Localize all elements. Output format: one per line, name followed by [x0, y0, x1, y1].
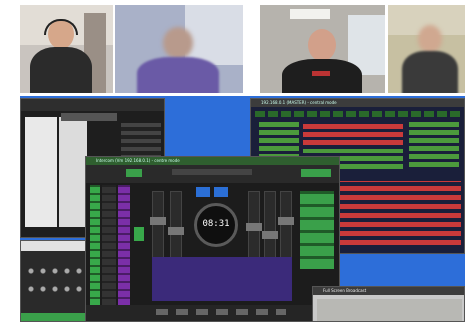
- right-header-row: [255, 111, 462, 117]
- right-window-title: 192.168.0.1 (MASTER) - central mode: [251, 99, 464, 107]
- right-grid-block-3: [409, 121, 459, 167]
- mixer-knob-row-2: [25, 283, 87, 295]
- mixer-window[interactable]: [20, 240, 90, 322]
- toolbar-strip: [172, 169, 252, 175]
- fader-3-knob[interactable]: [246, 223, 262, 231]
- preview-image: [317, 299, 462, 321]
- channel-list-purple[interactable]: [118, 185, 130, 305]
- channel-list-labels: [102, 185, 116, 305]
- participant-body: [402, 51, 458, 93]
- channel-green-tag[interactable]: [134, 227, 144, 241]
- toolbar-green-button-2[interactable]: [301, 169, 331, 177]
- left-panel-list: [25, 117, 57, 227]
- mixer-green-strip: [21, 313, 89, 321]
- fader-4-knob[interactable]: [262, 231, 278, 239]
- video-tile-4[interactable]: [388, 5, 465, 93]
- mixer-header: [21, 241, 89, 251]
- participant-body: [30, 47, 92, 93]
- bottom-bar-indicators: [156, 309, 286, 315]
- channel-list-green[interactable]: [90, 185, 100, 305]
- participant-face: [418, 25, 442, 53]
- intercom-window[interactable]: Intercom (Vm 192.168.0.1) - centre mode …: [85, 156, 340, 322]
- right-grid-block-5: [339, 181, 461, 245]
- toolbar-green-button[interactable]: [126, 169, 142, 177]
- participant-body: [137, 57, 219, 93]
- video-tile-3[interactable]: [260, 5, 385, 93]
- left-panel-toolbar: [21, 99, 164, 111]
- output-panel: [152, 257, 292, 301]
- window-backdrop: [185, 5, 243, 65]
- blue-button-left[interactable]: [196, 187, 210, 197]
- mixer-knob-row: [25, 265, 87, 277]
- left-panel-list-2: [59, 117, 87, 227]
- right-button-stack[interactable]: [300, 191, 334, 269]
- full-screen-window[interactable]: Full Screen Broadcast: [312, 286, 465, 322]
- clock-display: 08:31: [202, 219, 230, 229]
- fader-5-knob[interactable]: [278, 217, 294, 225]
- video-tile-1[interactable]: [20, 5, 113, 93]
- video-tile-2[interactable]: [115, 5, 243, 93]
- intercom-window-title: Intercom (Vm 192.168.0.1) - centre mode: [86, 157, 339, 165]
- blue-button-right[interactable]: [214, 187, 228, 197]
- participant-face: [163, 27, 193, 59]
- full-screen-window-title: Full Screen Broadcast: [313, 287, 464, 295]
- fader-2-knob[interactable]: [168, 227, 184, 235]
- shirt-logo: [312, 71, 330, 76]
- ceiling-light: [290, 9, 330, 19]
- left-panel-header-strip: [61, 113, 117, 121]
- fader-1-knob[interactable]: [150, 217, 166, 225]
- participant-body: [282, 59, 362, 93]
- right-grid-block-2: [303, 121, 403, 145]
- participant-face: [308, 29, 336, 61]
